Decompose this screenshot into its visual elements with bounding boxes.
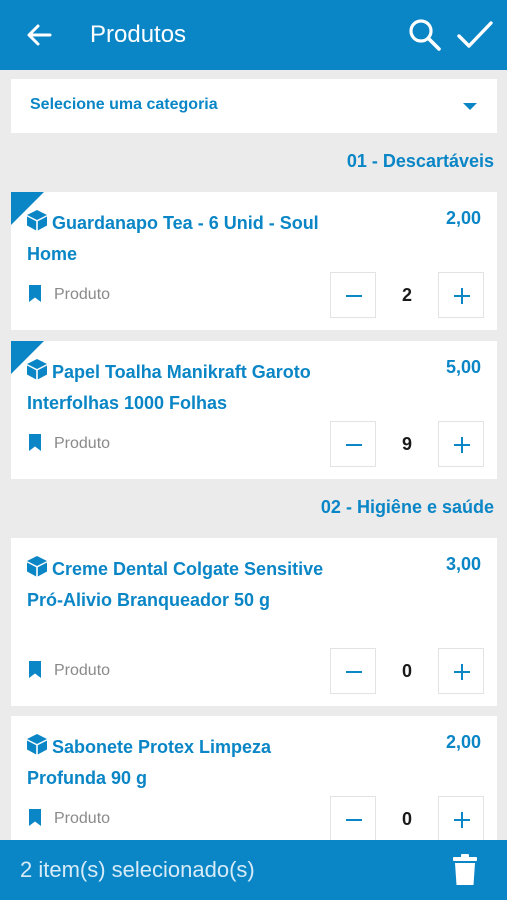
category-dropdown[interactable]: Selecione uma categoria [11, 79, 497, 133]
product-type: Produto [54, 810, 111, 827]
increase-quantity-button[interactable] [438, 421, 484, 467]
decrease-quantity-button[interactable] [330, 796, 376, 840]
selected-count-text: 2 item(s) selecionado(s) [20, 857, 255, 882]
decrease-quantity-button[interactable] [330, 272, 376, 318]
minus-icon [346, 444, 362, 446]
product-price: 2,00 [445, 732, 481, 752]
product-name: Guardanapo Tea - 6 Unid - Soul Home [27, 213, 319, 264]
quantity-value: 9 [401, 434, 412, 454]
app-bar: Produtos [0, 0, 507, 70]
product-card[interactable]: Guardanapo Tea - 6 Unid - Soul Home 2,00… [11, 192, 497, 330]
arrow-left-icon[interactable] [24, 20, 54, 50]
minus-icon [346, 671, 362, 673]
minus-icon [346, 819, 362, 821]
decrease-quantity-button[interactable] [330, 648, 376, 694]
bookmark-icon [29, 661, 41, 678]
search-icon[interactable] [408, 18, 442, 52]
product-price: 5,00 [445, 357, 481, 377]
product-list: Selecione uma categoria 01 - Descartávei… [0, 70, 507, 840]
product-price: 3,00 [445, 554, 481, 574]
product-card[interactable]: Papel Toalha Manikraft Garoto Interfolha… [11, 341, 497, 479]
trash-icon[interactable] [450, 854, 480, 886]
caret-down-icon [463, 103, 477, 110]
category-dropdown-label: Selecione uma categoria [30, 96, 218, 113]
page-title: Produtos [90, 21, 187, 48]
quantity-value: 0 [401, 809, 412, 829]
increase-quantity-button[interactable] [438, 648, 484, 694]
increase-quantity-button[interactable] [438, 796, 484, 840]
bookmark-icon [29, 285, 41, 302]
selection-bar: 2 item(s) selecionado(s) [0, 840, 507, 900]
product-name: Sabonete Protex Limpeza Profunda 90 g [27, 737, 272, 788]
minus-icon [346, 295, 362, 297]
product-card[interactable]: Sabonete Protex Limpeza Profunda 90 g 2,… [11, 716, 497, 840]
bookmark-icon [29, 434, 41, 451]
product-name: Creme Dental Colgate Sensitive Pró-Alivi… [27, 559, 324, 610]
plus-icon [454, 812, 470, 828]
decrease-quantity-button[interactable] [330, 421, 376, 467]
plus-icon [454, 664, 470, 680]
section-header: 01 - Descartáveis [346, 151, 494, 171]
section-header: 02 - Higiêne e saúde [320, 497, 494, 517]
product-type: Produto [54, 662, 111, 679]
product-name: Papel Toalha Manikraft Garoto Interfolha… [27, 362, 311, 413]
product-type: Produto [54, 435, 111, 452]
plus-icon [454, 288, 470, 304]
quantity-value: 2 [401, 285, 412, 305]
product-card[interactable]: Creme Dental Colgate Sensitive Pró-Alivi… [11, 538, 497, 706]
product-type: Produto [54, 286, 111, 303]
bookmark-icon [29, 809, 41, 826]
increase-quantity-button[interactable] [438, 272, 484, 318]
product-price: 2,00 [445, 208, 481, 228]
quantity-value: 0 [401, 661, 412, 681]
plus-icon [454, 437, 470, 453]
check-icon[interactable] [456, 18, 494, 52]
